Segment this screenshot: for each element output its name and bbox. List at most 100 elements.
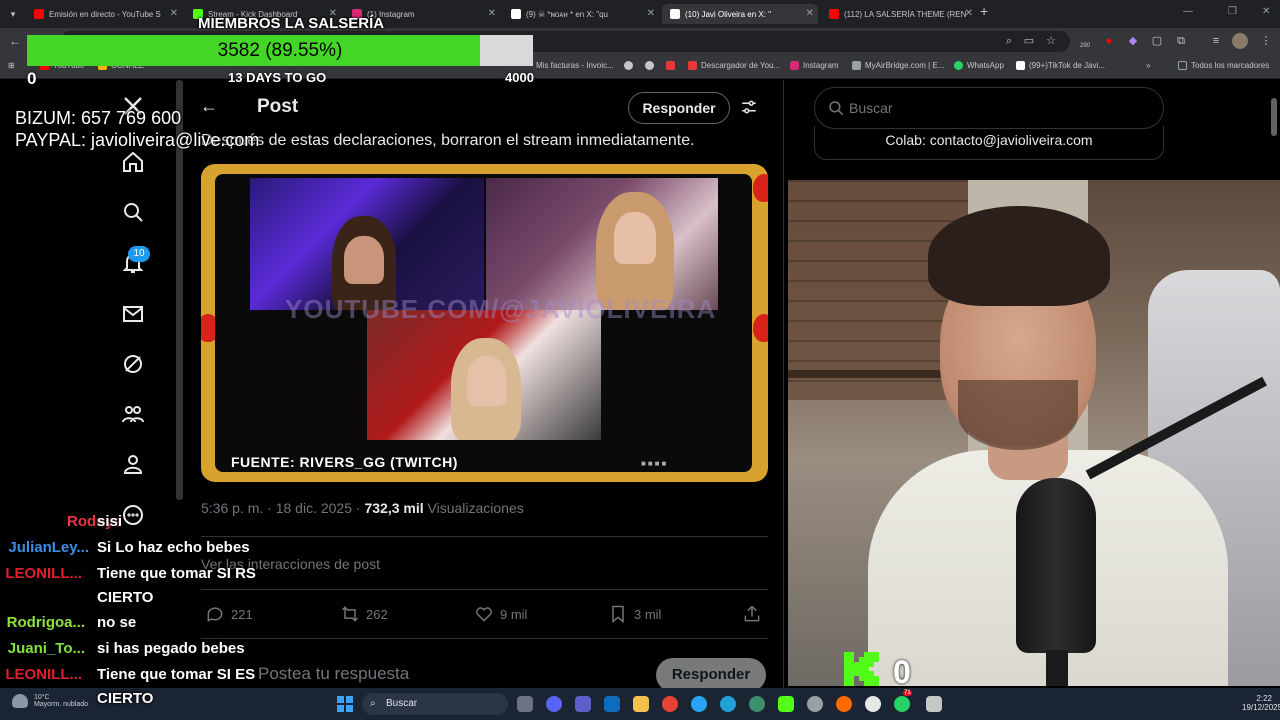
browser-icon[interactable] (749, 696, 765, 712)
reading-list-icon[interactable]: ≡ (1208, 33, 1224, 49)
search-input[interactable]: Buscar (814, 87, 1164, 129)
bookmark-star-icon[interactable]: ☆ (1043, 33, 1059, 49)
bookmark-icon[interactable] (666, 61, 679, 70)
bookmark-action[interactable]: 3 mil (608, 604, 661, 624)
all-bookmarks-folder[interactable]: Todos los marcadores (1178, 61, 1269, 70)
video-controls-dots[interactable]: ■■■■ (641, 459, 668, 468)
bookmark-icon[interactable] (645, 61, 658, 70)
apps-icon[interactable]: ⊞ (8, 61, 15, 70)
search-placeholder: Buscar (849, 100, 893, 116)
right-scrollbar[interactable] (1271, 98, 1277, 136)
pepper-decoration (753, 314, 768, 342)
post-date[interactable]: 18 dic. 2025 (276, 500, 352, 516)
tab-label: (10) Javi Oliveira en X: " (685, 9, 771, 19)
post-video[interactable]: YOUTUBE.COM/@JAVIOLIVEIRA FUENTE: RIVERS… (201, 164, 768, 482)
messages-envelope-icon[interactable] (121, 302, 149, 330)
youtube-extension-icon[interactable]: ● (1101, 33, 1117, 49)
bookmark-tiktok[interactable]: (99+)TikTok de Javi... (1016, 61, 1105, 70)
browser-tab-bar: ▾ Emisión en directo - YouTube S ✕ Strea… (0, 0, 1280, 28)
bookmark-myairbridge[interactable]: MyAirBridge.com | E... (852, 61, 944, 70)
telegram-icon[interactable] (720, 696, 736, 712)
bookmark-facturas[interactable]: Mis facturas - Invoic... (536, 61, 614, 70)
file-explorer-icon[interactable] (633, 696, 649, 712)
bookmark-instagram[interactable]: Instagram (790, 61, 839, 70)
reply-button[interactable]: Responder (628, 92, 730, 124)
settings-gear-icon[interactable] (807, 696, 823, 712)
close-tab-icon[interactable]: ✕ (647, 8, 655, 19)
task-view-icon[interactable] (517, 696, 533, 712)
minimize-icon[interactable]: — (1183, 6, 1193, 17)
chrome-icon[interactable] (662, 696, 678, 712)
tab-x-javi-oliveira[interactable]: (10) Javi Oliveira en X: " ✕ (662, 4, 818, 24)
new-tab-button[interactable]: + (980, 3, 988, 19)
avatar[interactable] (1232, 33, 1248, 49)
whatsapp-icon[interactable]: 71 (894, 690, 912, 712)
reply-input[interactable]: Postea tu respuesta (258, 664, 409, 684)
reply-action[interactable]: 221 (205, 604, 253, 624)
kick-logo-icon (844, 652, 879, 686)
cast-icon[interactable]: ▭ (1021, 33, 1037, 49)
tab-x-noah[interactable]: (9) ☠ *ɴᴏᴀʜ * en X: "qu ✕ (503, 4, 659, 24)
youtube-icon (34, 9, 44, 19)
restore-icon[interactable]: ❐ (1228, 6, 1237, 17)
goal-progress-text: 3582 (89.55%) (217, 40, 343, 61)
close-tab-icon[interactable]: ✕ (170, 8, 178, 19)
goal-days-left: 13 DAYS TO GO (228, 70, 327, 85)
chat-username: Rodrigoa... (6, 614, 85, 631)
back-arrow-icon[interactable]: ← (200, 96, 218, 117)
home-icon[interactable] (121, 150, 149, 178)
start-button[interactable] (337, 696, 353, 712)
more-bookmarks-icon[interactable]: » (1146, 61, 1150, 70)
obs-icon[interactable] (865, 696, 881, 712)
app-icon[interactable] (926, 696, 942, 712)
profile-icon[interactable] (121, 452, 149, 480)
more-options-icon[interactable] (121, 503, 149, 531)
tab-la-salseria-theme[interactable]: (112) LA SALSERÍA THEME (REN ✕ (821, 4, 977, 24)
divider (201, 536, 768, 537)
teams-icon[interactable] (575, 696, 591, 712)
streamer-hair (928, 206, 1110, 306)
weather-widget[interactable]: 10°C Mayorm. nublado (12, 694, 88, 708)
close-tab-icon[interactable]: ✕ (806, 8, 814, 19)
bookmark-icon[interactable] (624, 61, 637, 70)
sliders-icon[interactable] (740, 98, 758, 116)
extension-icon[interactable]: 290 (1077, 33, 1093, 49)
close-tab-icon[interactable]: ✕ (488, 8, 496, 19)
share-action[interactable] (742, 604, 768, 624)
video-watermark: YOUTUBE.COM/@JAVIOLIVEIRA (285, 294, 717, 324)
communities-icon[interactable] (121, 402, 149, 430)
menu-icon[interactable]: ⋮ (1258, 33, 1274, 49)
chat-text: CIERTO (97, 690, 154, 707)
like-action[interactable]: 9 mil (474, 604, 527, 624)
bookmark-whatsapp[interactable]: WhatsApp (954, 61, 1004, 70)
kick-app-icon[interactable] (778, 696, 794, 712)
edge-icon[interactable] (691, 696, 707, 712)
post-time[interactable]: 5:36 p. m. (201, 500, 263, 516)
extension-icon[interactable]: ▢ (1149, 33, 1165, 49)
chat-text: Si Lo haz echo bebes (97, 539, 250, 556)
zoom-icon[interactable]: ⌕ (1001, 33, 1017, 49)
taskbar-search[interactable]: ⌕ Buscar (362, 693, 508, 715)
close-window-icon[interactable]: ✕ (1262, 6, 1270, 17)
back-arrow-icon[interactable]: ← (9, 34, 21, 48)
tab-youtube-studio[interactable]: Emisión en directo - YouTube S ✕ (26, 4, 182, 24)
clock-date: 19/12/2025 (1242, 703, 1280, 712)
close-tab-icon[interactable]: ✕ (965, 8, 973, 19)
share-icon (744, 605, 760, 622)
extension-icon[interactable]: ◆ (1125, 33, 1141, 49)
outlook-icon[interactable] (604, 696, 620, 712)
repost-action[interactable]: 262 (340, 604, 388, 624)
chat-text: no se (97, 614, 137, 631)
tab-label: (112) LA SALSERÍA THEME (REN (844, 9, 967, 19)
reply-submit-button[interactable]: Responder (656, 658, 766, 692)
bookmark-count: 3 mil (634, 606, 662, 622)
explore-search-icon[interactable] (121, 200, 149, 228)
app-icon[interactable] (836, 696, 852, 712)
bookmark-descargador[interactable]: Descargador de You... (688, 61, 780, 70)
extensions-puzzle-icon[interactable]: ⧉ (1173, 33, 1189, 49)
grok-icon[interactable] (121, 352, 149, 380)
tab-search-icon[interactable]: ▾ (4, 5, 22, 23)
system-clock[interactable]: 2:22 19/12/2025 (1242, 694, 1280, 712)
discord-icon[interactable] (546, 696, 562, 712)
temperature: 10°C (33, 694, 50, 701)
